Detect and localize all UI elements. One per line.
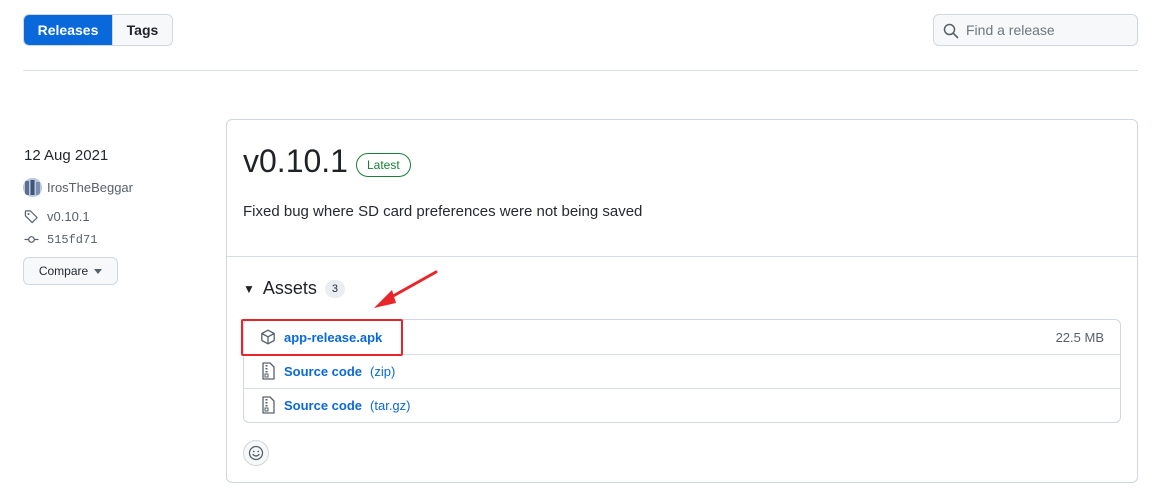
release-search (933, 14, 1138, 46)
avatar (23, 178, 42, 197)
smiley-icon (248, 445, 264, 461)
file-zip-icon (262, 362, 275, 380)
list-item: Source code (tar.gz) (243, 388, 1121, 422)
release-title[interactable]: v0.10.1 (243, 143, 348, 180)
author-name: IrosTheBeggar (47, 180, 133, 195)
assets-toggle[interactable]: ▼ Assets 3 (243, 278, 345, 299)
list-item: Source code (zip) (243, 354, 1121, 388)
release-notes: Fixed bug where SD card preferences were… (243, 203, 643, 220)
search-icon (943, 23, 959, 39)
asset-format: (zip) (370, 363, 396, 379)
tab-tags[interactable]: Tags (112, 15, 172, 45)
caret-down-icon (94, 268, 103, 274)
tag-link[interactable]: v0.10.1 (24, 209, 90, 224)
commit-sha: 515fd71 (47, 232, 98, 247)
triangle-down-icon: ▼ (243, 281, 255, 296)
tag-icon (24, 210, 38, 224)
latest-badge: Latest (356, 153, 411, 177)
divider (23, 70, 1138, 71)
asset-format: (tar.gz) (370, 397, 411, 413)
annotation-arrow-icon (374, 270, 438, 308)
asset-link[interactable]: Source code (284, 398, 362, 413)
release-date: 12 Aug 2021 (24, 147, 109, 164)
asset-size: 22.5 MB (1055, 329, 1104, 345)
assets-title: Assets (262, 278, 317, 298)
tag-name: v0.10.1 (47, 209, 90, 224)
asset-link[interactable]: Source code (284, 364, 362, 379)
release-tag-switcher: Releases Tags (23, 14, 173, 46)
file-zip-icon (262, 396, 275, 414)
git-commit-icon (24, 236, 39, 243)
search-input[interactable] (966, 22, 1126, 38)
release-author[interactable]: IrosTheBeggar (23, 178, 133, 197)
card-divider (227, 256, 1137, 257)
compare-label: Compare (38, 264, 89, 278)
compare-button[interactable]: Compare (23, 257, 118, 285)
assets-count: 3 (324, 279, 345, 298)
add-reaction-button[interactable] (243, 440, 269, 466)
annotation-highlight-box (241, 319, 403, 356)
tab-releases[interactable]: Releases (24, 15, 112, 45)
commit-link[interactable]: 515fd71 (24, 232, 97, 247)
